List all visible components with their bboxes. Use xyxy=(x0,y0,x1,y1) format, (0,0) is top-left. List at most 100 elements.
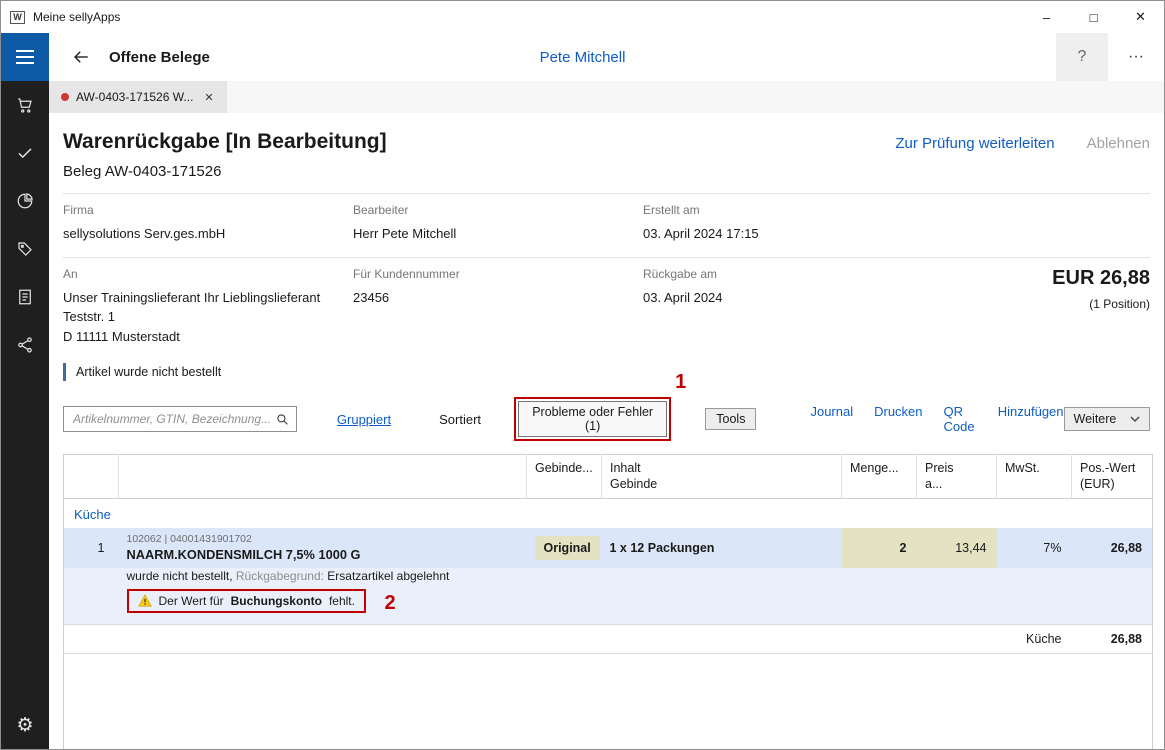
recipient-address: Unser Trainingslieferant Ihr Lieblingsli… xyxy=(63,288,353,347)
article-name: NAARM.KONDENSMILCH 7,5% 1000 G xyxy=(127,547,519,562)
sidebar-item-prices[interactable] xyxy=(1,225,49,273)
validation-warning: Der Wert für Buchungskonto fehlt. xyxy=(127,589,366,613)
column-header-preis: Preisa... xyxy=(917,455,997,499)
position-number: 1 xyxy=(64,528,119,568)
sidebar-item-tasks[interactable] xyxy=(1,129,49,177)
tab-bar: AW-0403-171526 W... ✕ xyxy=(49,81,1164,113)
app-icon: W xyxy=(10,11,25,24)
field-label: Erstellt am xyxy=(643,203,1150,217)
window-title: Meine sellyApps xyxy=(33,10,120,24)
field-value: Herr Pete Mitchell xyxy=(353,224,643,244)
share-icon xyxy=(16,336,34,354)
row-note-text: wurde nicht bestellt, Rückgabegrund: Ers… xyxy=(119,568,1153,589)
qr-code-link[interactable]: QR Code xyxy=(944,404,977,434)
items-toolbar: Gruppiert Sortiert Probleme oder Fehler … xyxy=(63,397,1150,441)
tools-button[interactable]: Tools xyxy=(705,408,756,430)
article-search-box xyxy=(63,406,297,432)
app-window: W Meine sellyApps – □ ✕ Offene Belege Pe… xyxy=(0,0,1165,750)
row-warning: Der Wert für Buchungskonto fehlt. 2 xyxy=(64,589,1153,625)
column-header-pos xyxy=(64,455,119,499)
field-value: sellysolutions Serv.ges.mbH xyxy=(63,224,353,244)
group-total-label: Küche xyxy=(64,625,1072,654)
position-count: (1 Position) xyxy=(893,297,1150,311)
group-total-value: 26,88 xyxy=(1072,625,1153,654)
table-row[interactable]: 1 102062 | 04001431901702 NAARM.KONDENSM… xyxy=(64,528,1153,568)
report-icon xyxy=(16,288,34,306)
sidebar-item-cart[interactable] xyxy=(1,81,49,129)
title-bar: W Meine sellyApps – □ ✕ xyxy=(1,1,1164,33)
main-content: Warenrückgabe [In Bearbeitung] Zur Prüfu… xyxy=(49,113,1164,749)
sorted-toggle[interactable]: Sortiert xyxy=(439,412,481,427)
checkmark-icon xyxy=(16,144,34,162)
hamburger-icon xyxy=(16,50,34,52)
document-note: Artikel wurde nicht bestellt xyxy=(63,363,221,381)
field-bearbeiter: Bearbeiter Herr Pete Mitchell xyxy=(353,203,643,244)
field-label: Firma xyxy=(63,203,353,217)
more-options-button[interactable]: ··· xyxy=(1108,33,1164,81)
back-button[interactable] xyxy=(61,33,101,81)
hamburger-menu-button[interactable] xyxy=(1,33,49,81)
annotation-box-1: Probleme oder Fehler (1) 1 xyxy=(514,397,671,441)
column-header-article xyxy=(119,455,527,499)
sidebar-item-share[interactable] xyxy=(1,321,49,369)
table-empty-area xyxy=(64,654,1153,749)
field-kundennummer: Für Kundennummer 23456 xyxy=(353,267,643,347)
print-link[interactable]: Drucken xyxy=(874,404,922,434)
search-input[interactable] xyxy=(71,411,276,427)
more-dropdown-button[interactable]: Weitere xyxy=(1064,407,1150,431)
column-header-mwst: MwSt. xyxy=(997,455,1072,499)
problems-errors-button[interactable]: Probleme oder Fehler (1) xyxy=(518,401,667,437)
article-cell: 102062 | 04001431901702 NAARM.KONDENSMIL… xyxy=(119,528,527,568)
current-user[interactable]: Pete Mitchell xyxy=(540,49,626,66)
positions-table: Gebinde... InhaltGebinde Menge... Preisa… xyxy=(63,454,1153,749)
tab-document[interactable]: AW-0403-171526 W... ✕ xyxy=(49,81,227,113)
field-erstellt-am: Erstellt am 03. April 2024 17:15 xyxy=(643,203,1150,244)
field-rueckgabe-am: Rückgabe am 03. April 2024 xyxy=(643,267,893,347)
article-codes: 102062 | 04001431901702 xyxy=(127,533,519,545)
tab-label: AW-0403-171526 W... xyxy=(76,90,193,104)
column-header-poswert: Pos.-Wert(EUR) xyxy=(1072,455,1153,499)
gear-icon: ⚙ xyxy=(16,714,33,737)
maximize-button[interactable]: □ xyxy=(1070,1,1117,33)
search-icon[interactable] xyxy=(276,413,289,426)
preis-cell[interactable]: 13,44 xyxy=(917,528,997,568)
total-amount: EUR 26,88 xyxy=(893,267,1150,290)
document-fields-row-2: An Unser Trainingslieferant Ihr Liebling… xyxy=(63,258,1150,355)
annotation-callout-2: 2 xyxy=(384,592,395,615)
journal-link[interactable]: Journal xyxy=(810,404,853,434)
reject-link[interactable]: Ablehnen xyxy=(1087,135,1150,152)
minimize-button[interactable]: – xyxy=(1023,1,1070,33)
sidebar-item-reports[interactable] xyxy=(1,273,49,321)
mwst-cell: 7% xyxy=(997,528,1072,568)
row-note: wurde nicht bestellt, Rückgabegrund: Ers… xyxy=(64,568,1153,589)
field-value: 23456 xyxy=(353,288,643,308)
grouped-toggle[interactable]: Gruppiert xyxy=(337,412,391,427)
help-button[interactable]: ? xyxy=(1056,33,1108,81)
field-value: 03. April 2024 xyxy=(643,288,893,308)
settings-button[interactable]: ⚙ xyxy=(1,704,49,746)
document-number: Beleg AW-0403-171526 xyxy=(63,163,1150,180)
sidebar-nav: ⚙ xyxy=(1,81,49,749)
column-header-menge: Menge... xyxy=(842,455,917,499)
close-button[interactable]: ✕ xyxy=(1117,1,1164,33)
add-link[interactable]: Hinzufügen xyxy=(998,404,1064,434)
warning-icon xyxy=(138,594,152,607)
page-title: Offene Belege xyxy=(109,49,210,66)
document-title: Warenrückgabe [In Bearbeitung] xyxy=(63,130,387,154)
cart-icon xyxy=(16,96,34,114)
gebinde-cell: Original xyxy=(527,528,602,568)
tab-close-icon[interactable]: ✕ xyxy=(200,89,217,106)
toolbar-links: Journal Drucken QR Code Hinzufügen xyxy=(810,404,1063,434)
field-firma: Firma sellysolutions Serv.ges.mbH xyxy=(63,203,353,244)
field-value: 03. April 2024 17:15 xyxy=(643,224,1150,244)
pie-chart-icon xyxy=(16,192,34,210)
field-label: Rückgabe am xyxy=(643,267,893,281)
field-label: An xyxy=(63,267,353,281)
app-header: Offene Belege Pete Mitchell ? ··· xyxy=(1,33,1164,81)
annotation-callout-1: 1 xyxy=(675,371,686,394)
menge-cell[interactable]: 2 xyxy=(842,528,917,568)
field-label: Bearbeiter xyxy=(353,203,643,217)
forward-for-review-link[interactable]: Zur Prüfung weiterleiten xyxy=(895,135,1054,152)
sidebar-item-statistics[interactable] xyxy=(1,177,49,225)
unsaved-indicator-dot xyxy=(61,93,69,101)
